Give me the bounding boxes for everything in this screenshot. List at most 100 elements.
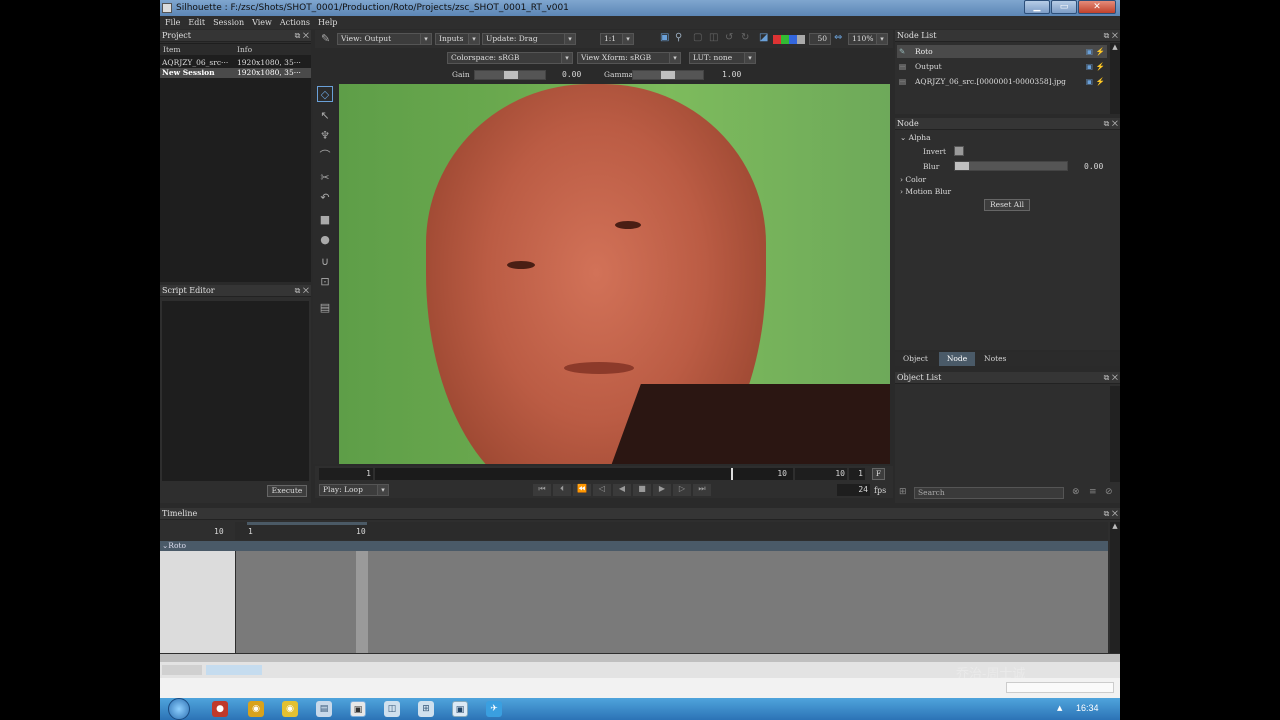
start-button[interactable] [168, 698, 190, 720]
col-item[interactable]: Item [163, 44, 181, 55]
play-mode-dropdown[interactable]: Play: Loop ▾ [319, 484, 389, 496]
transform-tool-icon[interactable]: ◇ [317, 86, 333, 102]
timeline-track-roto[interactable]: ⌄Roto [160, 541, 1108, 551]
lut-dropdown[interactable]: LUT: none ▾ [689, 52, 756, 64]
prev-key-icon[interactable]: ⏴ [553, 484, 571, 496]
clapper-tool-icon[interactable]: ▤ [317, 300, 333, 316]
fps-field[interactable]: 24 [837, 484, 870, 496]
fit-icon[interactable]: ⇔ [834, 32, 842, 43]
maximize-button[interactable]: ▭ [1051, 0, 1077, 14]
frame-forward-icon[interactable]: ▷ [673, 484, 691, 496]
node-view-icon[interactable]: ▣ [1086, 60, 1093, 73]
panel-buttons[interactable]: ⧉ ✕ [295, 30, 309, 42]
app-bird-icon[interactable]: ✈ [486, 701, 502, 717]
frame-scrubber[interactable] [375, 468, 793, 480]
bottom-tab-1[interactable] [162, 665, 202, 675]
pin-tool-icon[interactable]: ♆ [317, 128, 333, 144]
app-folder-icon[interactable]: ▤ [316, 701, 332, 717]
colorspace-dropdown[interactable]: Colorspace: sRGB ▾ [447, 52, 573, 64]
motion-blur-section[interactable]: › Motion Blur [900, 187, 951, 196]
app-ball-icon[interactable]: ◉ [248, 701, 264, 717]
node-view-icon[interactable]: ▣ [1086, 45, 1093, 58]
menu-help[interactable]: Help [318, 16, 337, 29]
bezier-tool-icon[interactable]: ✂ [317, 170, 333, 186]
menu-view[interactable]: View [252, 16, 272, 29]
undo-icon[interactable]: ↺ [725, 32, 733, 43]
node-enable-icon[interactable]: ⚡ [1096, 75, 1105, 88]
tray-arrow-icon[interactable]: ▲ [1057, 704, 1062, 712]
options-icon[interactable]: ≡ [1089, 487, 1097, 497]
view-dropdown[interactable]: View: Output ▾ [337, 33, 432, 45]
view-xform-dropdown[interactable]: View Xform: sRGB ▾ [577, 52, 681, 64]
node-item-roto[interactable]: ✎ Roto ▣ ⚡ [897, 45, 1107, 58]
menu-actions[interactable]: Actions [280, 16, 310, 29]
select-tool-icon[interactable]: ↖ [317, 108, 333, 124]
timeline-scrollbar-v[interactable]: ▲ [1110, 522, 1120, 653]
project-row-selected[interactable]: New Session 1920x1080, 35··· [160, 68, 311, 78]
col-info[interactable]: Info [237, 44, 252, 55]
node-item-output[interactable]: ▤ Output ▣ ⚡ [897, 60, 1107, 73]
reset-all-button[interactable]: Reset All [984, 199, 1030, 211]
node-enable-icon[interactable]: ⚡ [1096, 60, 1105, 73]
timeline-track-area[interactable] [236, 551, 1108, 653]
color-section[interactable]: › Color [900, 175, 926, 184]
app-yellow-icon[interactable]: ◉ [282, 701, 298, 717]
search-input[interactable]: Search [914, 487, 1064, 499]
update-dropdown[interactable]: Update: Drag ▾ [482, 33, 576, 45]
tab-notes[interactable]: Notes [984, 352, 1006, 366]
overlay-icon[interactable]: ◫ [709, 32, 718, 43]
close-button[interactable]: ✕ [1078, 0, 1116, 14]
step-back-icon[interactable]: ⏪ [573, 484, 591, 496]
gain-slider[interactable] [474, 70, 546, 80]
zoom-icon[interactable]: ⚲ [675, 32, 682, 43]
stop-icon[interactable]: ■ [633, 484, 651, 496]
app-red-icon[interactable]: ● [212, 701, 228, 717]
add-icon[interactable]: ⊞ [899, 487, 907, 497]
panel-buttons[interactable]: ⧉ ✕ [1104, 30, 1118, 42]
current-frame-field[interactable]: 10 [733, 468, 789, 480]
display-icon[interactable]: ▣ [660, 32, 669, 43]
panel-buttons[interactable]: ⧉ ✕ [1104, 118, 1118, 130]
object-list-scrollbar[interactable] [1110, 386, 1120, 482]
node-item-source[interactable]: ▤ AQRJZY_06_src.[0000001-0000358].jpg ▣ … [897, 75, 1107, 88]
tab-node[interactable]: Node [939, 352, 975, 366]
gamma-slider[interactable] [632, 70, 704, 80]
go-end-icon[interactable]: ⏭ [693, 484, 711, 496]
bottom-tab-2[interactable] [206, 665, 262, 675]
execute-button[interactable]: Execute [267, 485, 307, 497]
frame-back-icon[interactable]: ◁ [593, 484, 611, 496]
rectangle-tool-icon[interactable]: ■ [317, 212, 333, 228]
xspline-tool-icon[interactable]: ↶ [317, 190, 333, 206]
tab-object[interactable]: Object [903, 352, 928, 366]
blur-slider[interactable] [954, 161, 1068, 171]
end-frame-field[interactable]: 10 [795, 468, 847, 480]
circle-tool-icon[interactable]: ● [317, 232, 333, 248]
timeline-frame[interactable]: 10 [214, 527, 224, 536]
go-start-icon[interactable]: ⏮ [533, 484, 551, 496]
alpha-section[interactable]: ⌄ Alpha [900, 133, 931, 142]
pen-icon[interactable]: ✎ [321, 32, 330, 45]
f-button[interactable]: F [872, 468, 885, 480]
app-window-icon[interactable]: ◫ [384, 701, 400, 717]
panel-buttons[interactable]: ⧉ ✕ [1104, 372, 1118, 384]
menu-file[interactable]: File [165, 16, 180, 29]
step-field[interactable]: 1 [849, 468, 865, 480]
invert-checkbox[interactable] [954, 146, 964, 156]
gamma-value[interactable]: 1.00 [722, 70, 741, 79]
viewer-image[interactable] [339, 84, 890, 464]
bspline-tool-icon[interactable]: ⌒ [317, 148, 333, 164]
gain-value[interactable]: 0.00 [562, 70, 581, 79]
node-list-scrollbar[interactable]: ▲ [1110, 43, 1120, 114]
tracker-tool-icon[interactable]: ⊡ [317, 274, 333, 290]
panel-buttons[interactable]: ⧉ ✕ [295, 285, 309, 297]
play-back-icon[interactable]: ◀ [613, 484, 631, 496]
minimize-button[interactable]: ▁ [1024, 0, 1050, 14]
magnet-tool-icon[interactable]: ∪ [317, 254, 333, 270]
crop-icon[interactable]: ▢ [693, 32, 702, 43]
timeline-ruler[interactable]: 1 10 [235, 522, 1108, 540]
app-active-icon[interactable]: ▣ [452, 701, 468, 717]
redo-icon[interactable]: ↻ [741, 32, 749, 43]
project-row[interactable]: AQRJZY_06_src··· 1920x1080, 35··· [160, 58, 311, 68]
inputs-dropdown[interactable]: Inputs ▾ [435, 33, 480, 45]
start-frame-field[interactable]: 1 [319, 468, 373, 480]
